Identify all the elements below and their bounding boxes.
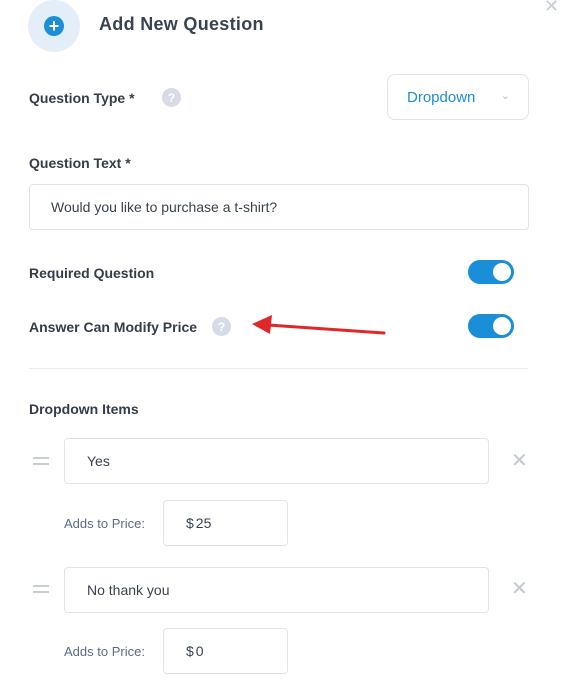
question-text-input[interactable]: Would you like to purchase a t-shirt?	[29, 184, 529, 230]
required-question-label: Required Question	[29, 265, 155, 281]
question-type-select[interactable]: Dropdown ⌄	[387, 74, 529, 120]
drag-handle-icon[interactable]	[33, 457, 49, 465]
adds-to-price-label: Adds to Price:	[64, 516, 145, 531]
question-text-value: Would you like to purchase a t-shirt?	[51, 199, 278, 215]
dropdown-item-value: Yes	[87, 453, 110, 469]
modify-price-label: Answer Can Modify Price	[29, 319, 198, 335]
drag-handle-icon[interactable]	[33, 585, 49, 593]
question-type-label: Question Type *	[29, 90, 135, 106]
close-icon[interactable]: ✕	[544, 0, 559, 17]
dropdown-item-value: No thank you	[87, 582, 170, 598]
toggle-knob	[493, 263, 511, 281]
question-text-label: Question Text *	[29, 155, 131, 171]
page-title: Add New Question	[99, 14, 264, 34]
currency-symbol: $	[186, 515, 194, 531]
modify-price-toggle[interactable]	[468, 314, 514, 338]
dropdown-item-input[interactable]: Yes	[64, 438, 489, 484]
question-type-help-icon[interactable]: ?	[162, 88, 181, 107]
currency-symbol: $	[186, 643, 194, 659]
remove-item-icon[interactable]: ✕	[511, 451, 528, 471]
section-divider	[29, 368, 528, 369]
remove-item-icon[interactable]: ✕	[511, 579, 528, 599]
price-input[interactable]: $0	[163, 628, 288, 674]
question-type-value: Dropdown	[407, 88, 476, 106]
dropdown-items-label: Dropdown Items	[29, 401, 139, 417]
chevron-down-icon: ⌄	[500, 90, 510, 102]
plus-circle-icon: +	[44, 16, 64, 36]
modify-price-help-icon[interactable]: ?	[212, 317, 231, 336]
price-value: 0	[195, 643, 204, 659]
header-icon-circle: +	[28, 0, 80, 52]
price-input[interactable]: $25	[163, 500, 288, 546]
price-value: 25	[195, 515, 212, 531]
adds-to-price-label: Adds to Price:	[64, 644, 145, 659]
dropdown-item-input[interactable]: No thank you	[64, 567, 489, 613]
toggle-knob	[493, 317, 511, 335]
required-question-toggle[interactable]	[468, 260, 514, 284]
